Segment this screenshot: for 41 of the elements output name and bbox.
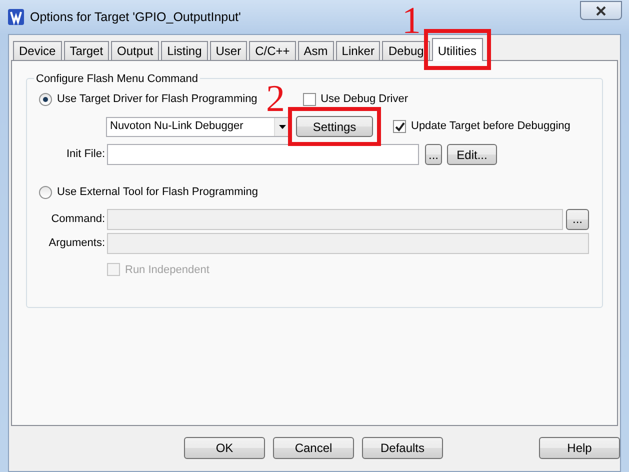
annotation-box [424, 29, 491, 70]
settings-button[interactable]: Settings [296, 116, 373, 137]
checkbox-label: Update Target before Debugging [411, 119, 570, 134]
dialog-button[interactable]: Defaults [362, 437, 443, 459]
tab[interactable]: Linker [336, 41, 380, 60]
field-label: Init File: [65, 147, 105, 162]
tab[interactable]: Asm [298, 41, 334, 60]
app-icon [8, 9, 24, 25]
radio-label: Use External Tool for Flash Programming [57, 185, 258, 200]
annotation-number: 2 [266, 80, 285, 118]
browse-button[interactable]: ... [566, 208, 589, 230]
annotation-number: 1 [402, 2, 421, 40]
checkbox[interactable] [302, 92, 316, 106]
init-file-field[interactable] [107, 144, 419, 165]
tab[interactable]: User [210, 41, 248, 60]
browse-button[interactable]: ... [425, 144, 442, 165]
edit-button[interactable]: Edit... [447, 144, 497, 165]
tab[interactable]: Debug [382, 41, 430, 60]
checkbox-label: Use Debug Driver [320, 92, 408, 107]
window-title: Options for Target 'GPIO_OutputInput' [30, 8, 241, 26]
close-icon [596, 6, 606, 16]
radio-button[interactable] [39, 92, 52, 106]
tab[interactable]: Utilities [432, 38, 483, 61]
tab[interactable]: Device [13, 41, 62, 60]
field-label: Arguments: [48, 236, 105, 251]
tab[interactable]: C/C++ [249, 41, 296, 60]
dialog-button[interactable]: Cancel [273, 437, 354, 459]
dialog-button[interactable]: Help [539, 437, 620, 459]
field-label: Command: [50, 212, 105, 227]
group-title: Configure Flash Menu Command [34, 71, 200, 88]
tab[interactable]: Target [64, 41, 110, 60]
dialog-button[interactable]: OK [184, 437, 265, 459]
dropdown-arrow-icon [279, 124, 286, 128]
close-button[interactable] [580, 1, 622, 20]
checkbox-label: Run Independent [125, 262, 210, 278]
radio-button[interactable] [39, 186, 52, 199]
radio-label: Use Target Driver for Flash Programming [57, 92, 258, 107]
driver-dropdown[interactable]: Nuvoton Nu-Link Debugger [106, 116, 291, 136]
tab[interactable]: Output [111, 41, 160, 60]
checkbox[interactable] [393, 120, 406, 133]
tab[interactable]: Listing [161, 41, 208, 60]
